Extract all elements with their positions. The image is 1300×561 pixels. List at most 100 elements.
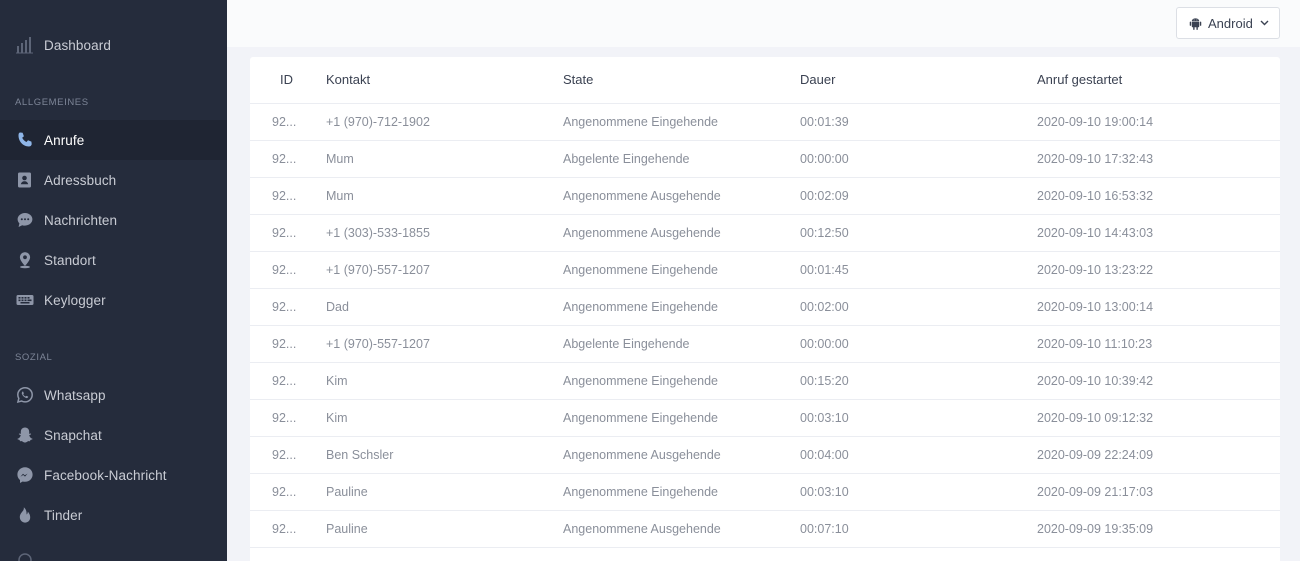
whatsapp-icon [16, 386, 34, 404]
sidebar-item-keylogger[interactable]: Keylogger [0, 280, 227, 320]
cell-id: 92... [272, 115, 297, 129]
cell-duration: 00:01:39 [800, 115, 849, 129]
sidebar-item-label: Keylogger [44, 292, 106, 308]
cell-duration: 00:00:00 [800, 152, 849, 166]
cell-duration: 00:01:45 [800, 263, 849, 277]
sidebar-item-label: Adressbuch [44, 172, 117, 188]
column-header-contact[interactable]: Kontakt [326, 72, 370, 87]
phone-icon [16, 131, 34, 149]
table-row[interactable]: 92... Pauline Angenommene Ausgehende 00:… [250, 511, 1280, 548]
section-label-general: ALLGEMEINES [15, 97, 89, 108]
table-row[interactable]: 92... Kim Angenommene Eingehende 00:03:1… [250, 400, 1280, 437]
cell-contact: +1 (970)-712-1902 [326, 115, 430, 129]
column-header-started[interactable]: Anruf gestartet [1037, 72, 1122, 87]
sidebar-item-anrufe[interactable]: Anrufe [0, 120, 227, 160]
cell-started: 2020-09-10 16:53:32 [1037, 189, 1154, 203]
sidebar-item-label: Dashboard [44, 37, 111, 53]
cell-duration: 00:03:10 [800, 411, 849, 425]
cell-duration: 00:07:10 [800, 522, 849, 536]
sidebar-item-label: Tinder [44, 507, 83, 523]
cell-state: Abgelente Eingehende [563, 337, 690, 351]
cell-contact: Kim [326, 374, 348, 388]
messenger-icon [16, 466, 34, 484]
table-row[interactable]: 92... Ben Schsler Angenommene Ausgehende… [250, 437, 1280, 474]
cell-id: 92... [272, 448, 297, 462]
sidebar-item-nachrichten[interactable]: Nachrichten [0, 200, 227, 240]
cell-started: 2020-09-10 19:00:14 [1037, 115, 1154, 129]
sidebar-item-label: Whatsapp [44, 387, 106, 403]
cell-id: 92... [272, 411, 297, 425]
cell-started: 2020-09-10 11:10:23 [1037, 337, 1153, 351]
cell-contact: Ben Schsler [326, 448, 394, 462]
cell-duration: 00:12:50 [800, 226, 849, 240]
cell-state: Abgelente Eingehende [563, 152, 690, 166]
cell-contact: Mum [326, 152, 354, 166]
cell-started: 2020-09-10 13:00:14 [1037, 300, 1154, 314]
cell-state: Angenommene Eingehende [563, 411, 718, 425]
sidebar-item-standort[interactable]: Standort [0, 240, 227, 280]
table-row[interactable]: 92... +1 (970)-557-1207 Abgelente Eingeh… [250, 326, 1280, 363]
sidebar-item-snapchat[interactable]: Snapchat [0, 415, 227, 455]
cell-state: Angenommene Ausgehende [563, 522, 721, 536]
cell-contact: +1 (303)-533-1855 [326, 226, 430, 240]
device-label: Android [1208, 16, 1253, 31]
cell-id: 92... [272, 337, 297, 351]
cell-started: 2020-09-10 13:23:22 [1037, 263, 1154, 277]
cell-contact: +1 (970)-557-1207 [326, 263, 430, 277]
cell-id: 92... [272, 226, 297, 240]
cell-duration: 00:03:10 [800, 485, 849, 499]
table-row[interactable]: 92... Kim Angenommene Eingehende 00:15:2… [250, 363, 1280, 400]
table-row[interactable]: 92... Pauline Angenommene Eingehende 00:… [250, 474, 1280, 511]
table-row-partial[interactable] [250, 547, 1280, 561]
table-row[interactable]: 92... +1 (970)-712-1902 Angenommene Eing… [250, 104, 1280, 141]
cell-contact: +1 (970)-557-1207 [326, 337, 430, 351]
cell-contact: Kim [326, 411, 348, 425]
cell-duration: 00:15:20 [800, 374, 849, 388]
table-header: ID Kontakt State Dauer Anruf gestartet [250, 57, 1280, 104]
sidebar-item-partial[interactable] [0, 540, 227, 561]
location-pin-icon [16, 251, 34, 269]
chevron-down-icon [1260, 20, 1269, 26]
cell-state: Angenommene Ausgehende [563, 189, 721, 203]
sidebar-item-facebook-nachricht[interactable]: Facebook-Nachricht [0, 455, 227, 495]
section-label-social: SOZIAL [15, 352, 53, 363]
cell-started: 2020-09-09 21:17:03 [1037, 485, 1154, 499]
chat-icon [16, 211, 34, 229]
snapchat-icon [16, 426, 34, 444]
table-row[interactable]: 92... Mum Abgelente Eingehende 00:00:00 … [250, 141, 1280, 178]
bar-chart-icon [16, 36, 34, 54]
sidebar-item-whatsapp[interactable]: Whatsapp [0, 375, 227, 415]
table-row[interactable]: 92... +1 (303)-533-1855 Angenommene Ausg… [250, 215, 1280, 252]
cell-started: 2020-09-10 10:39:42 [1037, 374, 1154, 388]
cell-id: 92... [272, 374, 297, 388]
keyboard-icon [16, 291, 34, 309]
cell-started: 2020-09-10 09:12:32 [1037, 411, 1154, 425]
cell-started: 2020-09-09 19:35:09 [1037, 522, 1154, 536]
column-header-state[interactable]: State [563, 72, 593, 87]
cell-state: Angenommene Eingehende [563, 374, 718, 388]
address-book-icon [16, 171, 34, 189]
column-header-id[interactable]: ID [280, 72, 293, 87]
cell-contact: Mum [326, 189, 354, 203]
flame-icon [16, 506, 34, 524]
sidebar-item-adressbuch[interactable]: Adressbuch [0, 160, 227, 200]
column-header-duration[interactable]: Dauer [800, 72, 835, 87]
cell-duration: 00:02:09 [800, 189, 849, 203]
table-row[interactable]: 92... +1 (970)-557-1207 Angenommene Eing… [250, 252, 1280, 289]
cell-duration: 00:02:00 [800, 300, 849, 314]
android-icon [1189, 18, 1202, 30]
cell-id: 92... [272, 300, 297, 314]
cell-contact: Pauline [326, 522, 368, 536]
calls-table: ID Kontakt State Dauer Anruf gestartet 9… [250, 57, 1280, 561]
sidebar-item-tinder[interactable]: Tinder [0, 495, 227, 535]
cell-id: 92... [272, 152, 297, 166]
top-bar: Android [227, 0, 1300, 47]
cell-started: 2020-09-09 22:24:09 [1037, 448, 1154, 462]
cell-id: 92... [272, 485, 297, 499]
table-row[interactable]: 92... Dad Angenommene Eingehende 00:02:0… [250, 289, 1280, 326]
cell-contact: Dad [326, 300, 349, 314]
device-selector[interactable]: Android [1176, 7, 1280, 39]
cell-state: Angenommene Ausgehende [563, 448, 721, 462]
sidebar-item-dashboard[interactable]: Dashboard [0, 25, 227, 65]
table-row[interactable]: 92... Mum Angenommene Ausgehende 00:02:0… [250, 178, 1280, 215]
